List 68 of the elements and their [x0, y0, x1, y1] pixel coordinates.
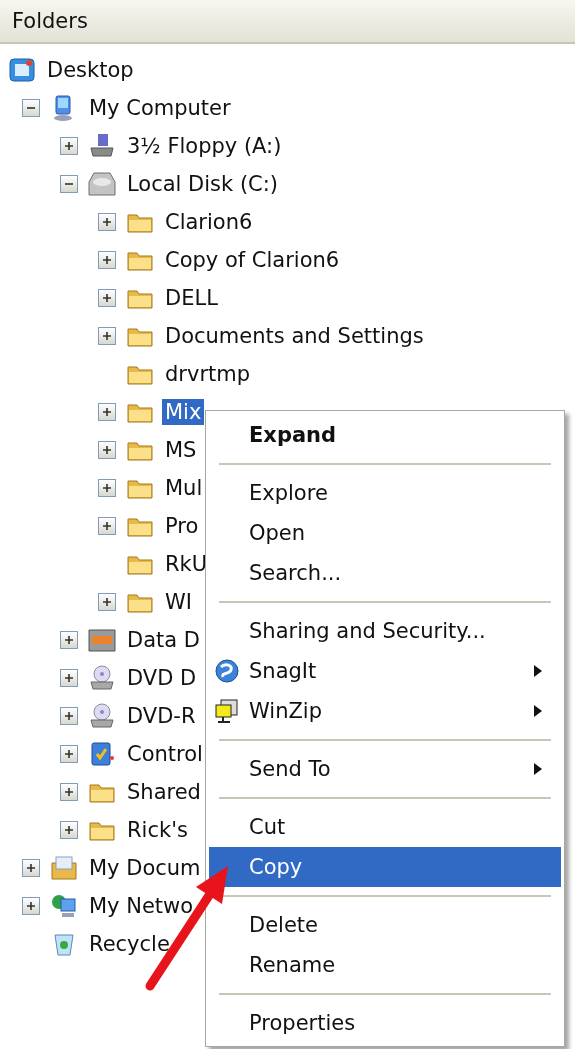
floppy-drive-icon [88, 132, 116, 160]
expand-toggle[interactable] [60, 821, 78, 839]
expand-toggle[interactable] [60, 707, 78, 725]
panel-title: Folders [0, 0, 575, 44]
winzip-icon [213, 697, 241, 725]
expand-toggle[interactable] [60, 669, 78, 687]
expand-toggle[interactable] [98, 327, 116, 345]
expand-toggle[interactable] [98, 479, 116, 497]
menu-item[interactable]: Open [209, 513, 561, 553]
tree-item[interactable]: Desktop [44, 57, 137, 83]
expand-toggle[interactable] [98, 517, 116, 535]
menu-item[interactable]: WinZip [209, 691, 561, 731]
tree-item[interactable]: Rick's [124, 817, 191, 843]
menu-item[interactable]: Explore [209, 473, 561, 513]
control-panel-icon [88, 740, 116, 768]
dvd-drive-icon [88, 702, 116, 730]
tree-item[interactable]: Mix [162, 399, 205, 425]
tree-item[interactable]: DVD D [124, 665, 200, 691]
menu-item[interactable]: Sharing and Security... [209, 611, 561, 651]
tree-item[interactable]: My Netwo [86, 893, 197, 919]
tree-item[interactable]: My Computer [86, 95, 234, 121]
tree-item[interactable]: Clarion6 [162, 209, 256, 235]
dvd-drive-icon [88, 664, 116, 692]
menu-item[interactable]: Copy [209, 847, 561, 887]
desktop-icon [8, 56, 36, 84]
menu-item[interactable]: Send To [209, 749, 561, 789]
menu-item[interactable]: Expand [209, 415, 561, 455]
menu-item[interactable]: Rename [209, 945, 561, 985]
removable-drive-icon [88, 626, 116, 654]
tree-item[interactable]: DELL [162, 285, 221, 311]
network-icon [50, 892, 78, 920]
tree-item[interactable]: Recycle [86, 931, 173, 957]
tree-item[interactable]: Mul [162, 475, 206, 501]
menu-item[interactable]: SnagIt [209, 651, 561, 691]
documents-icon [50, 854, 78, 882]
expand-toggle[interactable] [22, 99, 40, 117]
tree-item[interactable]: DVD-R [124, 703, 199, 729]
menu-item[interactable]: Properties [209, 1003, 561, 1043]
expand-toggle[interactable] [60, 745, 78, 763]
tree-item[interactable]: Pro [162, 513, 202, 539]
tree-item[interactable]: Data D [124, 627, 203, 653]
menu-item[interactable]: Search... [209, 553, 561, 593]
hard-drive-icon [88, 170, 116, 198]
menu-item[interactable]: Delete [209, 905, 561, 945]
tree-item[interactable]: 3½ Floppy (A:) [124, 133, 285, 159]
expand-toggle[interactable] [22, 897, 40, 915]
tree-item[interactable]: drvrtmp [162, 361, 254, 387]
tree-item[interactable]: Copy of Clarion6 [162, 247, 343, 273]
menu-item[interactable]: Cut [209, 807, 561, 847]
expand-toggle[interactable] [60, 783, 78, 801]
expand-toggle[interactable] [98, 593, 116, 611]
tree-item[interactable]: WI [162, 589, 195, 615]
expand-toggle[interactable] [98, 251, 116, 269]
tree-item[interactable]: Documents and Settings [162, 323, 427, 349]
expand-toggle[interactable] [22, 859, 40, 877]
expand-toggle[interactable] [98, 289, 116, 307]
tree-item[interactable]: Control [124, 741, 206, 767]
expand-toggle[interactable] [60, 175, 78, 193]
expand-toggle[interactable] [98, 403, 116, 421]
expand-toggle[interactable] [60, 631, 78, 649]
expand-toggle[interactable] [98, 213, 116, 231]
tree-item[interactable]: MS [162, 437, 200, 463]
tree-item[interactable]: Local Disk (C:) [124, 171, 281, 197]
expand-toggle[interactable] [60, 137, 78, 155]
tree-item[interactable]: My Docum [86, 855, 204, 881]
expand-toggle[interactable] [98, 441, 116, 459]
tree-item[interactable]: Shared [124, 779, 204, 805]
globe-icon [213, 657, 241, 685]
